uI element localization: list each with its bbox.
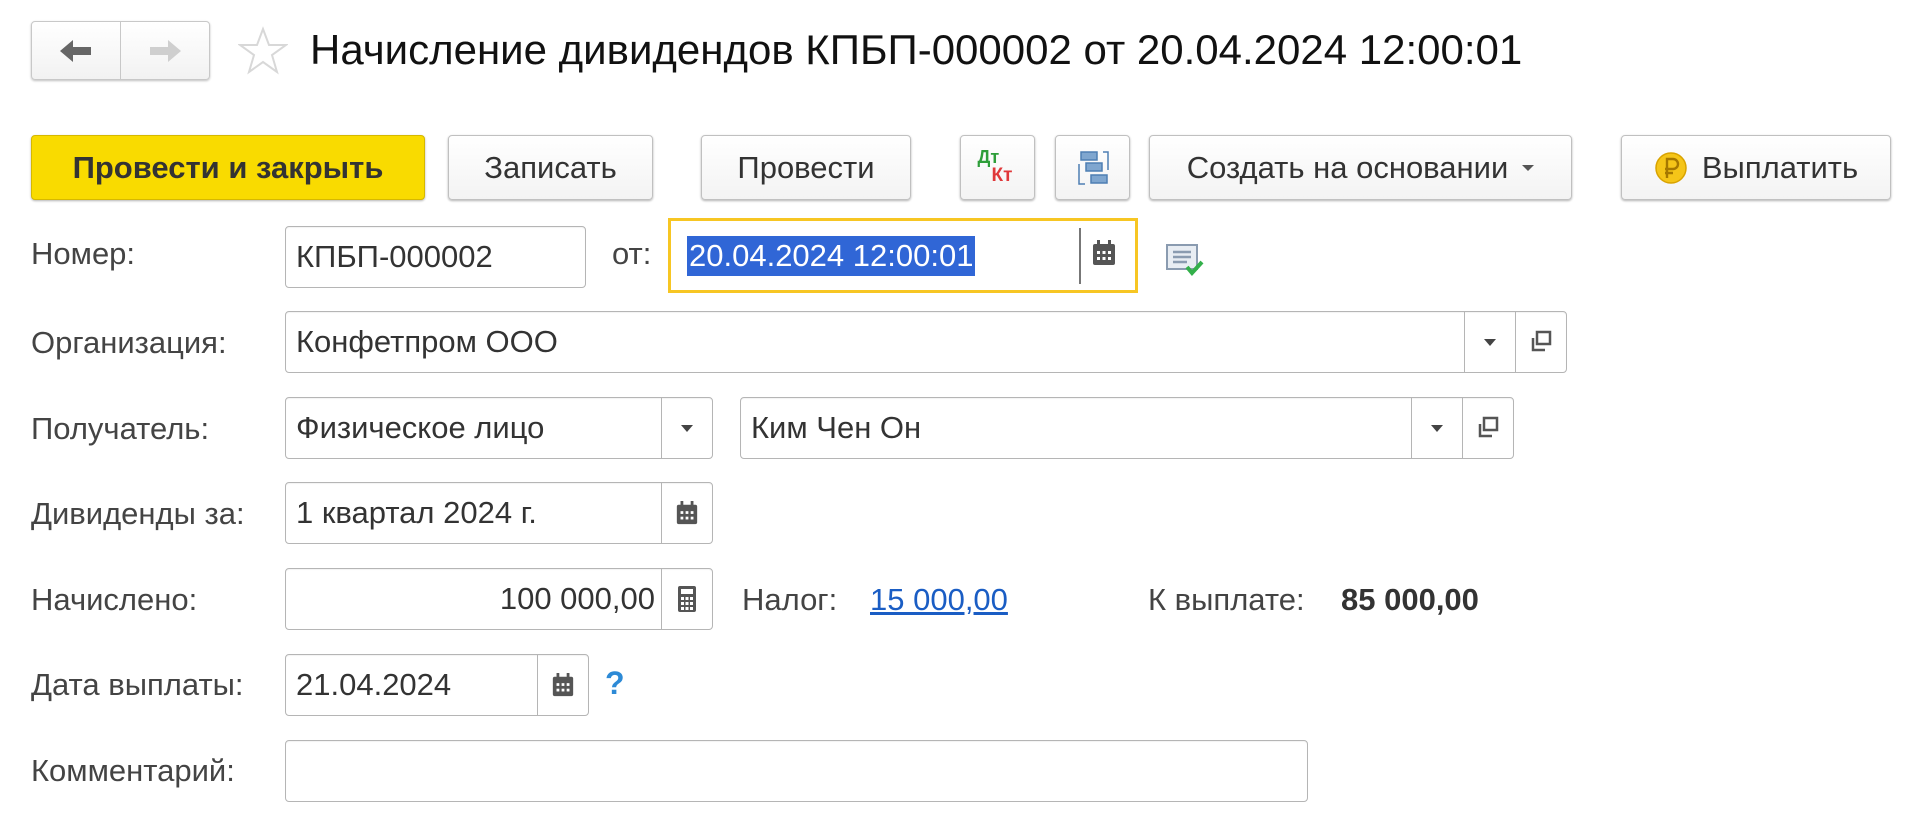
recipient-type-field[interactable]: Физическое лицо	[285, 397, 713, 459]
dt-kt-icon: Дт Кт	[976, 148, 1020, 188]
tax-label: Налог:	[742, 582, 838, 617]
dt-kt-button[interactable]: Дт Кт	[960, 135, 1035, 200]
forward-arrow-icon	[150, 39, 181, 62]
calendar-icon[interactable]	[1091, 239, 1117, 272]
organization-value[interactable]: Конфетпром ООО	[286, 312, 1464, 372]
forward-button[interactable]	[120, 22, 209, 79]
to-pay-value: 85 000,00	[1341, 582, 1479, 617]
post-and-close-button[interactable]: Провести и закрыть	[31, 135, 425, 200]
number-field[interactable]: КПБП-000002	[285, 226, 586, 288]
help-question-icon[interactable]: ?	[605, 665, 625, 702]
dropdown-arrow-icon	[1484, 338, 1496, 346]
recipient-type-dropdown-button[interactable]	[661, 398, 712, 458]
tax-amount-link[interactable]: 15 000,00	[870, 582, 1008, 618]
calculator-button[interactable]	[661, 569, 712, 629]
pay-label: Выплатить	[1701, 149, 1859, 185]
document-structure-icon	[1077, 150, 1109, 185]
post-button[interactable]: Провести	[701, 135, 911, 200]
accrued-label: Начислено:	[31, 582, 198, 617]
page-title: Начисление дивидендов КПБП-000002 от 20.…	[310, 26, 1523, 73]
recipient-dropdown-button[interactable]	[1411, 398, 1462, 458]
organization-field[interactable]: Конфетпром ООО	[285, 311, 1567, 373]
to-pay-label: К выплате:	[1148, 582, 1305, 617]
organization-open-button[interactable]	[1515, 312, 1566, 372]
recipient-label: Получатель:	[31, 411, 210, 446]
dropdown-arrow-icon	[1522, 164, 1535, 171]
open-icon	[1531, 330, 1552, 352]
recipient-field[interactable]: Ким Чен Он	[740, 397, 1514, 459]
dividends-for-value[interactable]: 1 квартал 2024 г.	[286, 483, 661, 543]
dividends-for-field[interactable]: 1 квартал 2024 г.	[285, 482, 713, 544]
accrued-field[interactable]: 100 000,00	[285, 568, 713, 630]
pay-date-value[interactable]: 21.04.2024	[286, 655, 537, 715]
recipient-value[interactable]: Ким Чен Он	[741, 398, 1411, 458]
organization-label: Организация:	[31, 325, 227, 360]
create-based-on-button[interactable]: Создать на основании	[1149, 135, 1572, 200]
ruble-coin-icon	[1655, 151, 1687, 184]
create-based-on-label: Создать на основании	[1186, 149, 1509, 185]
save-button[interactable]: Записать	[448, 135, 653, 200]
date-divider	[1079, 228, 1081, 284]
dt-label: Дт	[977, 146, 1000, 167]
pay-date-field[interactable]: 21.04.2024	[285, 654, 589, 716]
pay-date-label: Дата выплаты:	[31, 667, 244, 702]
kt-label: Кт	[991, 164, 1013, 186]
date-label: от:	[612, 236, 652, 271]
structure-button[interactable]	[1055, 135, 1130, 200]
document-posted-status-icon[interactable]	[1165, 243, 1205, 282]
recipient-open-button[interactable]	[1462, 398, 1513, 458]
accrued-value[interactable]: 100 000,00	[286, 569, 661, 629]
comment-field[interactable]	[285, 740, 1308, 802]
recipient-type-value[interactable]: Физическое лицо	[286, 398, 661, 458]
back-button[interactable]	[32, 22, 120, 79]
dropdown-arrow-icon	[681, 424, 693, 432]
period-select-button[interactable]	[661, 483, 712, 543]
pay-date-calendar-button[interactable]	[537, 655, 588, 715]
dividends-for-label: Дивиденды за:	[31, 496, 245, 531]
date-field[interactable]: 20.04.2024 12:00:01	[668, 218, 1138, 293]
number-value[interactable]: КПБП-000002	[286, 227, 585, 287]
calendar-icon	[676, 501, 698, 525]
navigation-buttons	[31, 21, 210, 80]
calendar-icon	[552, 673, 574, 697]
back-arrow-icon	[60, 39, 91, 62]
open-icon	[1478, 416, 1499, 438]
number-label: Номер:	[31, 236, 136, 271]
pay-button[interactable]: Выплатить	[1621, 135, 1891, 200]
comment-label: Комментарий:	[31, 753, 235, 788]
favorite-star-icon[interactable]	[236, 26, 290, 76]
calculator-icon	[678, 586, 696, 612]
date-value[interactable]: 20.04.2024 12:00:01	[687, 235, 976, 276]
comment-value[interactable]	[286, 741, 1307, 801]
dropdown-arrow-icon	[1431, 424, 1443, 432]
organization-dropdown-button[interactable]	[1464, 312, 1515, 372]
